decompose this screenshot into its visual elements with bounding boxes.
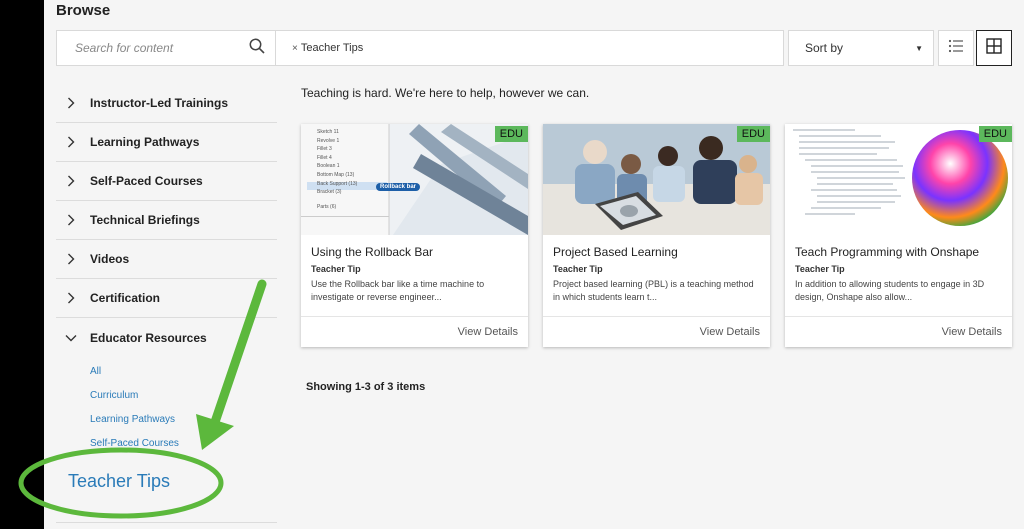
filter-chip[interactable]: × Teacher Tips (292, 42, 363, 54)
filter-chip-label: Teacher Tips (300, 42, 364, 54)
search-icon[interactable] (249, 38, 265, 59)
sidebar-item-label: Instructor-Led Trainings (90, 96, 229, 110)
active-filters-bar: × Teacher Tips (276, 30, 784, 66)
thumb-label: Bottom Map (13) (317, 171, 355, 178)
results-count: Showing 1-3 of 3 items (306, 381, 426, 393)
content-card-teach-programming[interactable]: EDU Teach Programming with Onshape Teach… (785, 124, 1012, 347)
sidebar-subitem-self-paced-courses[interactable]: Self-Paced Courses (56, 431, 277, 455)
card-thumbnail: EDU (543, 124, 770, 235)
thumb-label: Bracket (3) (317, 189, 342, 196)
card-footer: View Details (785, 316, 1012, 347)
thumb-label: Boolean 1 (317, 163, 340, 170)
sidebar-item-label: Learning Pathways (90, 135, 200, 149)
content-card-project-based-learning[interactable]: EDU Project Based Learning Teacher Tip P… (543, 124, 770, 347)
chevron-right-icon (64, 175, 78, 187)
card-description: In addition to allowing students to enga… (795, 279, 985, 302)
sidebar-item-videos[interactable]: Videos (56, 240, 277, 279)
sort-dropdown[interactable]: Sort by ▼ (788, 30, 934, 66)
sidebar-item-label: Certification (90, 291, 161, 305)
sidebar-subitem-teacher-tips[interactable]: Teacher Tips (56, 461, 277, 501)
chevron-down-icon (64, 334, 78, 342)
sidebar-item-technical-briefings[interactable]: Technical Briefings (56, 201, 277, 240)
sort-label: Sort by (805, 41, 844, 55)
chevron-right-icon (64, 253, 78, 265)
close-icon[interactable]: × (292, 43, 298, 54)
card-type: Teacher Tip (311, 264, 361, 274)
intro-text: Teaching is hard. We're here to help, ho… (301, 86, 590, 100)
page-title: Browse (56, 2, 111, 19)
sidebar-item-label: Videos (90, 252, 130, 266)
rollback-callout: Rollback bar (376, 183, 421, 191)
card-type: Teacher Tip (553, 264, 603, 274)
chevron-right-icon (64, 214, 78, 226)
card-title[interactable]: Teach Programming with Onshape (785, 235, 1012, 259)
edu-badge: EDU (978, 126, 1012, 142)
browse-page: Browse Search for content × Teacher Tips… (44, 0, 1024, 529)
sidebar-subitem-curriculum[interactable]: Curriculum (56, 383, 277, 407)
sidebar-item-self-paced-courses[interactable]: Self-Paced Courses (56, 162, 277, 201)
grid-view-icon (986, 37, 1002, 59)
sidebar-item-educator-resources[interactable]: Educator Resources (56, 318, 277, 357)
card-footer: View Details (301, 316, 528, 347)
thumb-label: Sketch 11 (317, 129, 339, 135)
thumb-label: Parts (6) (317, 203, 337, 210)
card-footer: View Details (543, 316, 770, 347)
chevron-right-icon (64, 97, 78, 109)
card-title[interactable]: Project Based Learning (543, 235, 770, 259)
sidebar-item-label: Technical Briefings (90, 213, 200, 227)
sidebar-item-instructor-led-trainings[interactable]: Instructor-Led Trainings (56, 84, 277, 123)
grid-view-button[interactable] (976, 30, 1012, 66)
list-view-button[interactable] (938, 30, 974, 66)
card-type: Teacher Tip (795, 264, 845, 274)
view-details-link[interactable]: View Details (942, 326, 1002, 338)
sidebar-subitem-all[interactable]: All (56, 359, 277, 383)
chevron-right-icon (64, 136, 78, 148)
card-thumbnail: Sketch 11 Revolve 1 Fillet 3 Fillet 4 Bo… (301, 124, 528, 235)
caret-down-icon: ▼ (915, 43, 923, 53)
view-details-link[interactable]: View Details (700, 326, 760, 338)
sidebar-item-label: Educator Resources (90, 330, 207, 345)
thumb-label: Revolve 1 (317, 137, 340, 144)
sidebar-item-learning-pathways[interactable]: Learning Pathways (56, 123, 277, 162)
view-details-link[interactable]: View Details (458, 326, 518, 338)
edu-badge: EDU (736, 126, 770, 142)
sidebar-divider (56, 522, 277, 523)
category-sidebar: Instructor-Led Trainings Learning Pathwa… (56, 84, 277, 501)
card-description: Use the Rollback bar like a time machine… (311, 279, 485, 302)
search-input[interactable]: Search for content (75, 41, 249, 55)
card-description: Project based learning (PBL) is a teachi… (553, 279, 754, 302)
sidebar-item-certification[interactable]: Certification (56, 279, 277, 318)
thumb-label: Fillet 4 (317, 154, 332, 161)
list-view-icon (948, 39, 964, 58)
sidebar-subitem-learning-pathways[interactable]: Learning Pathways (56, 407, 277, 431)
edu-badge: EDU (494, 126, 528, 142)
card-thumbnail: EDU (785, 124, 1012, 235)
sidebar-item-label: Self-Paced Courses (90, 174, 203, 188)
card-title[interactable]: Using the Rollback Bar (301, 235, 528, 259)
content-card-rollback-bar[interactable]: Sketch 11 Revolve 1 Fillet 3 Fillet 4 Bo… (301, 124, 528, 347)
search-box[interactable]: Search for content (56, 30, 276, 66)
thumb-label: Fillet 3 (317, 146, 332, 153)
thumb-label: Back Support (13) (317, 180, 358, 187)
chevron-right-icon (64, 292, 78, 304)
